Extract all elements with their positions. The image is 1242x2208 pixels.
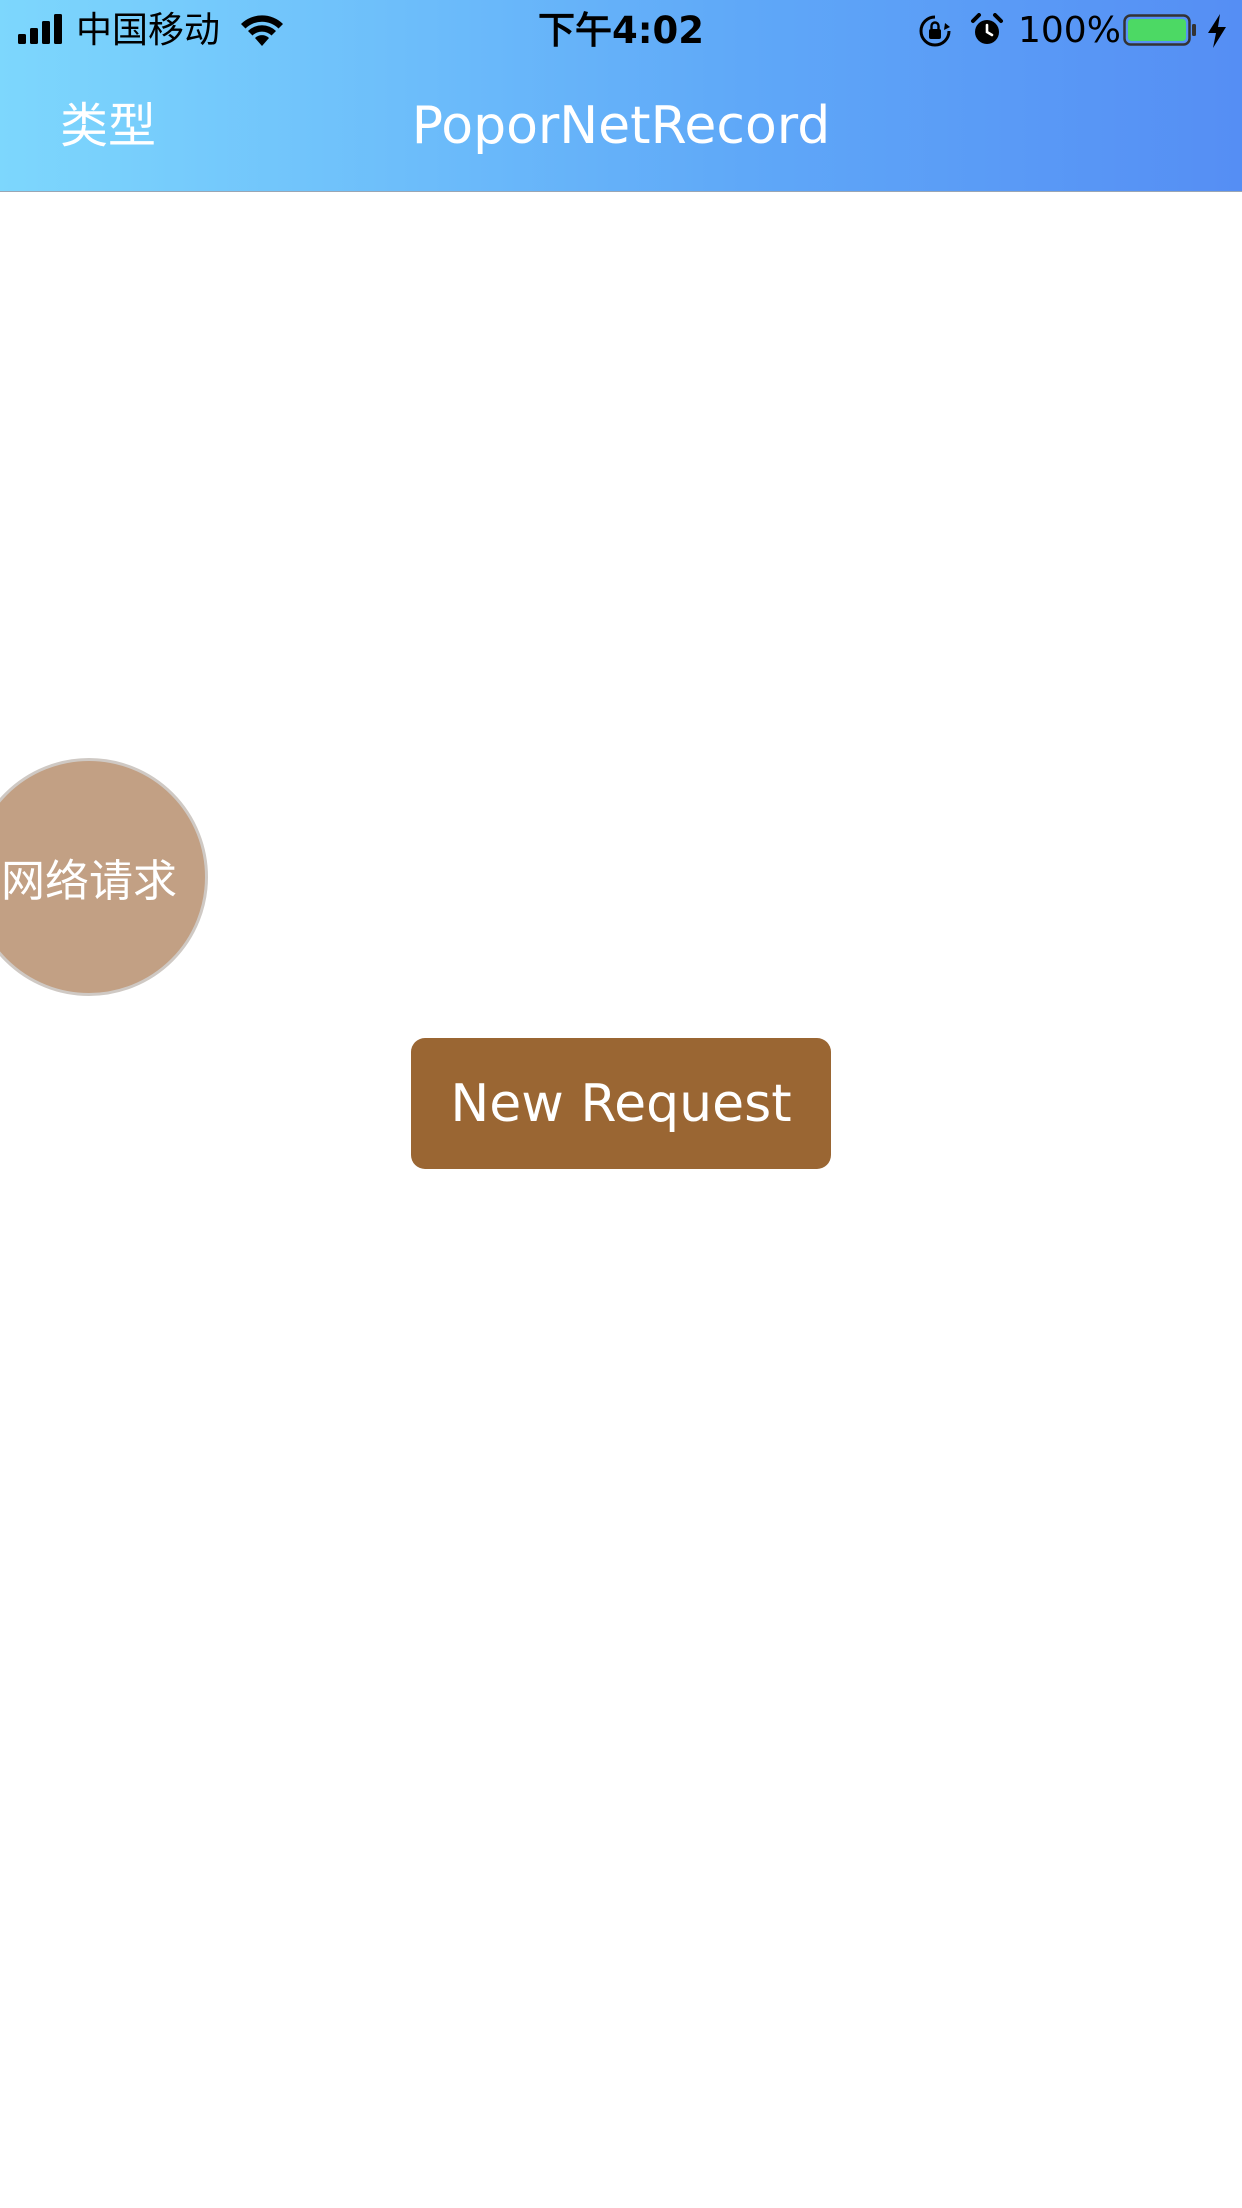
battery-percent: 100%: [1018, 10, 1121, 51]
alarm-icon: [971, 13, 1003, 44]
status-bar: 中国移动 下午4:02 100%: [0, 0, 1242, 62]
page-title: PoporNetRecord: [411, 96, 831, 156]
new-request-label: New Request: [450, 1073, 792, 1134]
app-screen: 中国移动 下午4:02 100% 类型 PoporNetRecord 网络请求 …: [0, 0, 1242, 2208]
new-request-button[interactable]: New Request: [411, 1038, 831, 1169]
header: 中国移动 下午4:02 100% 类型 PoporNetRecord: [0, 0, 1242, 192]
charging-icon: [1208, 14, 1226, 48]
float-button-label: 网络请求: [1, 856, 177, 907]
network-request-float-button[interactable]: 网络请求: [0, 758, 208, 996]
battery-icon: [1123, 14, 1196, 46]
orientation-lock-icon: [919, 15, 951, 47]
